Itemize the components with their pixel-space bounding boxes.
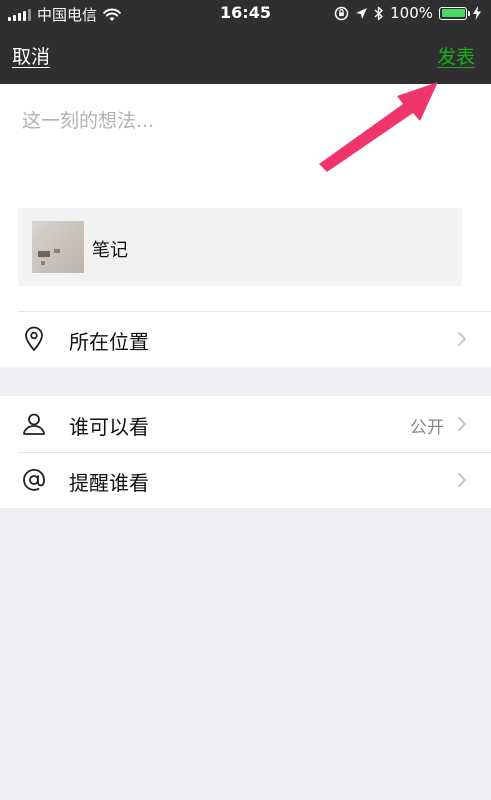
audience-group: 谁可以看 公开 提醒谁看 — [0, 396, 491, 508]
chevron-right-icon — [458, 473, 466, 487]
orientation-lock-icon — [334, 6, 349, 20]
battery-percent: 100% — [390, 4, 433, 22]
bluetooth-icon — [374, 6, 383, 20]
person-icon — [20, 410, 48, 438]
top-bar: 中国电信 16:45 100% 取消 发表 — [0, 0, 491, 84]
thoughts-input[interactable] — [22, 106, 322, 166]
attachment-label: 笔记 — [92, 240, 128, 261]
chevron-right-icon — [458, 332, 466, 346]
chevron-right-icon — [458, 417, 466, 431]
charging-icon — [473, 6, 481, 20]
location-group: 所在位置 — [0, 311, 491, 367]
attached-note-card[interactable]: 笔记 — [18, 208, 462, 286]
status-bar: 中国电信 16:45 100% — [0, 0, 491, 28]
location-label: 所在位置 — [69, 330, 149, 354]
mention-label: 提醒谁看 — [69, 471, 149, 495]
mention-row[interactable]: 提醒谁看 — [0, 452, 491, 508]
visibility-value: 公开 — [410, 418, 444, 438]
visibility-label: 谁可以看 — [69, 415, 149, 439]
visibility-row[interactable]: 谁可以看 公开 — [0, 396, 491, 452]
battery-fill — [441, 9, 465, 17]
location-pin-icon — [20, 325, 48, 353]
location-row[interactable]: 所在位置 — [0, 311, 491, 367]
location-icon — [356, 7, 368, 19]
publish-button[interactable]: 发表 — [437, 42, 475, 69]
battery-icon — [439, 6, 470, 20]
at-icon — [20, 466, 48, 494]
cancel-button[interactable]: 取消 — [12, 42, 50, 69]
compose-area: 笔记 — [0, 84, 491, 311]
note-thumbnail — [32, 221, 84, 273]
compose-moment-screen: 中国电信 16:45 100% 取消 发表 这一刻的想法... 笔记 所在位置 … — [0, 0, 491, 800]
status-right: 100% — [334, 4, 481, 22]
